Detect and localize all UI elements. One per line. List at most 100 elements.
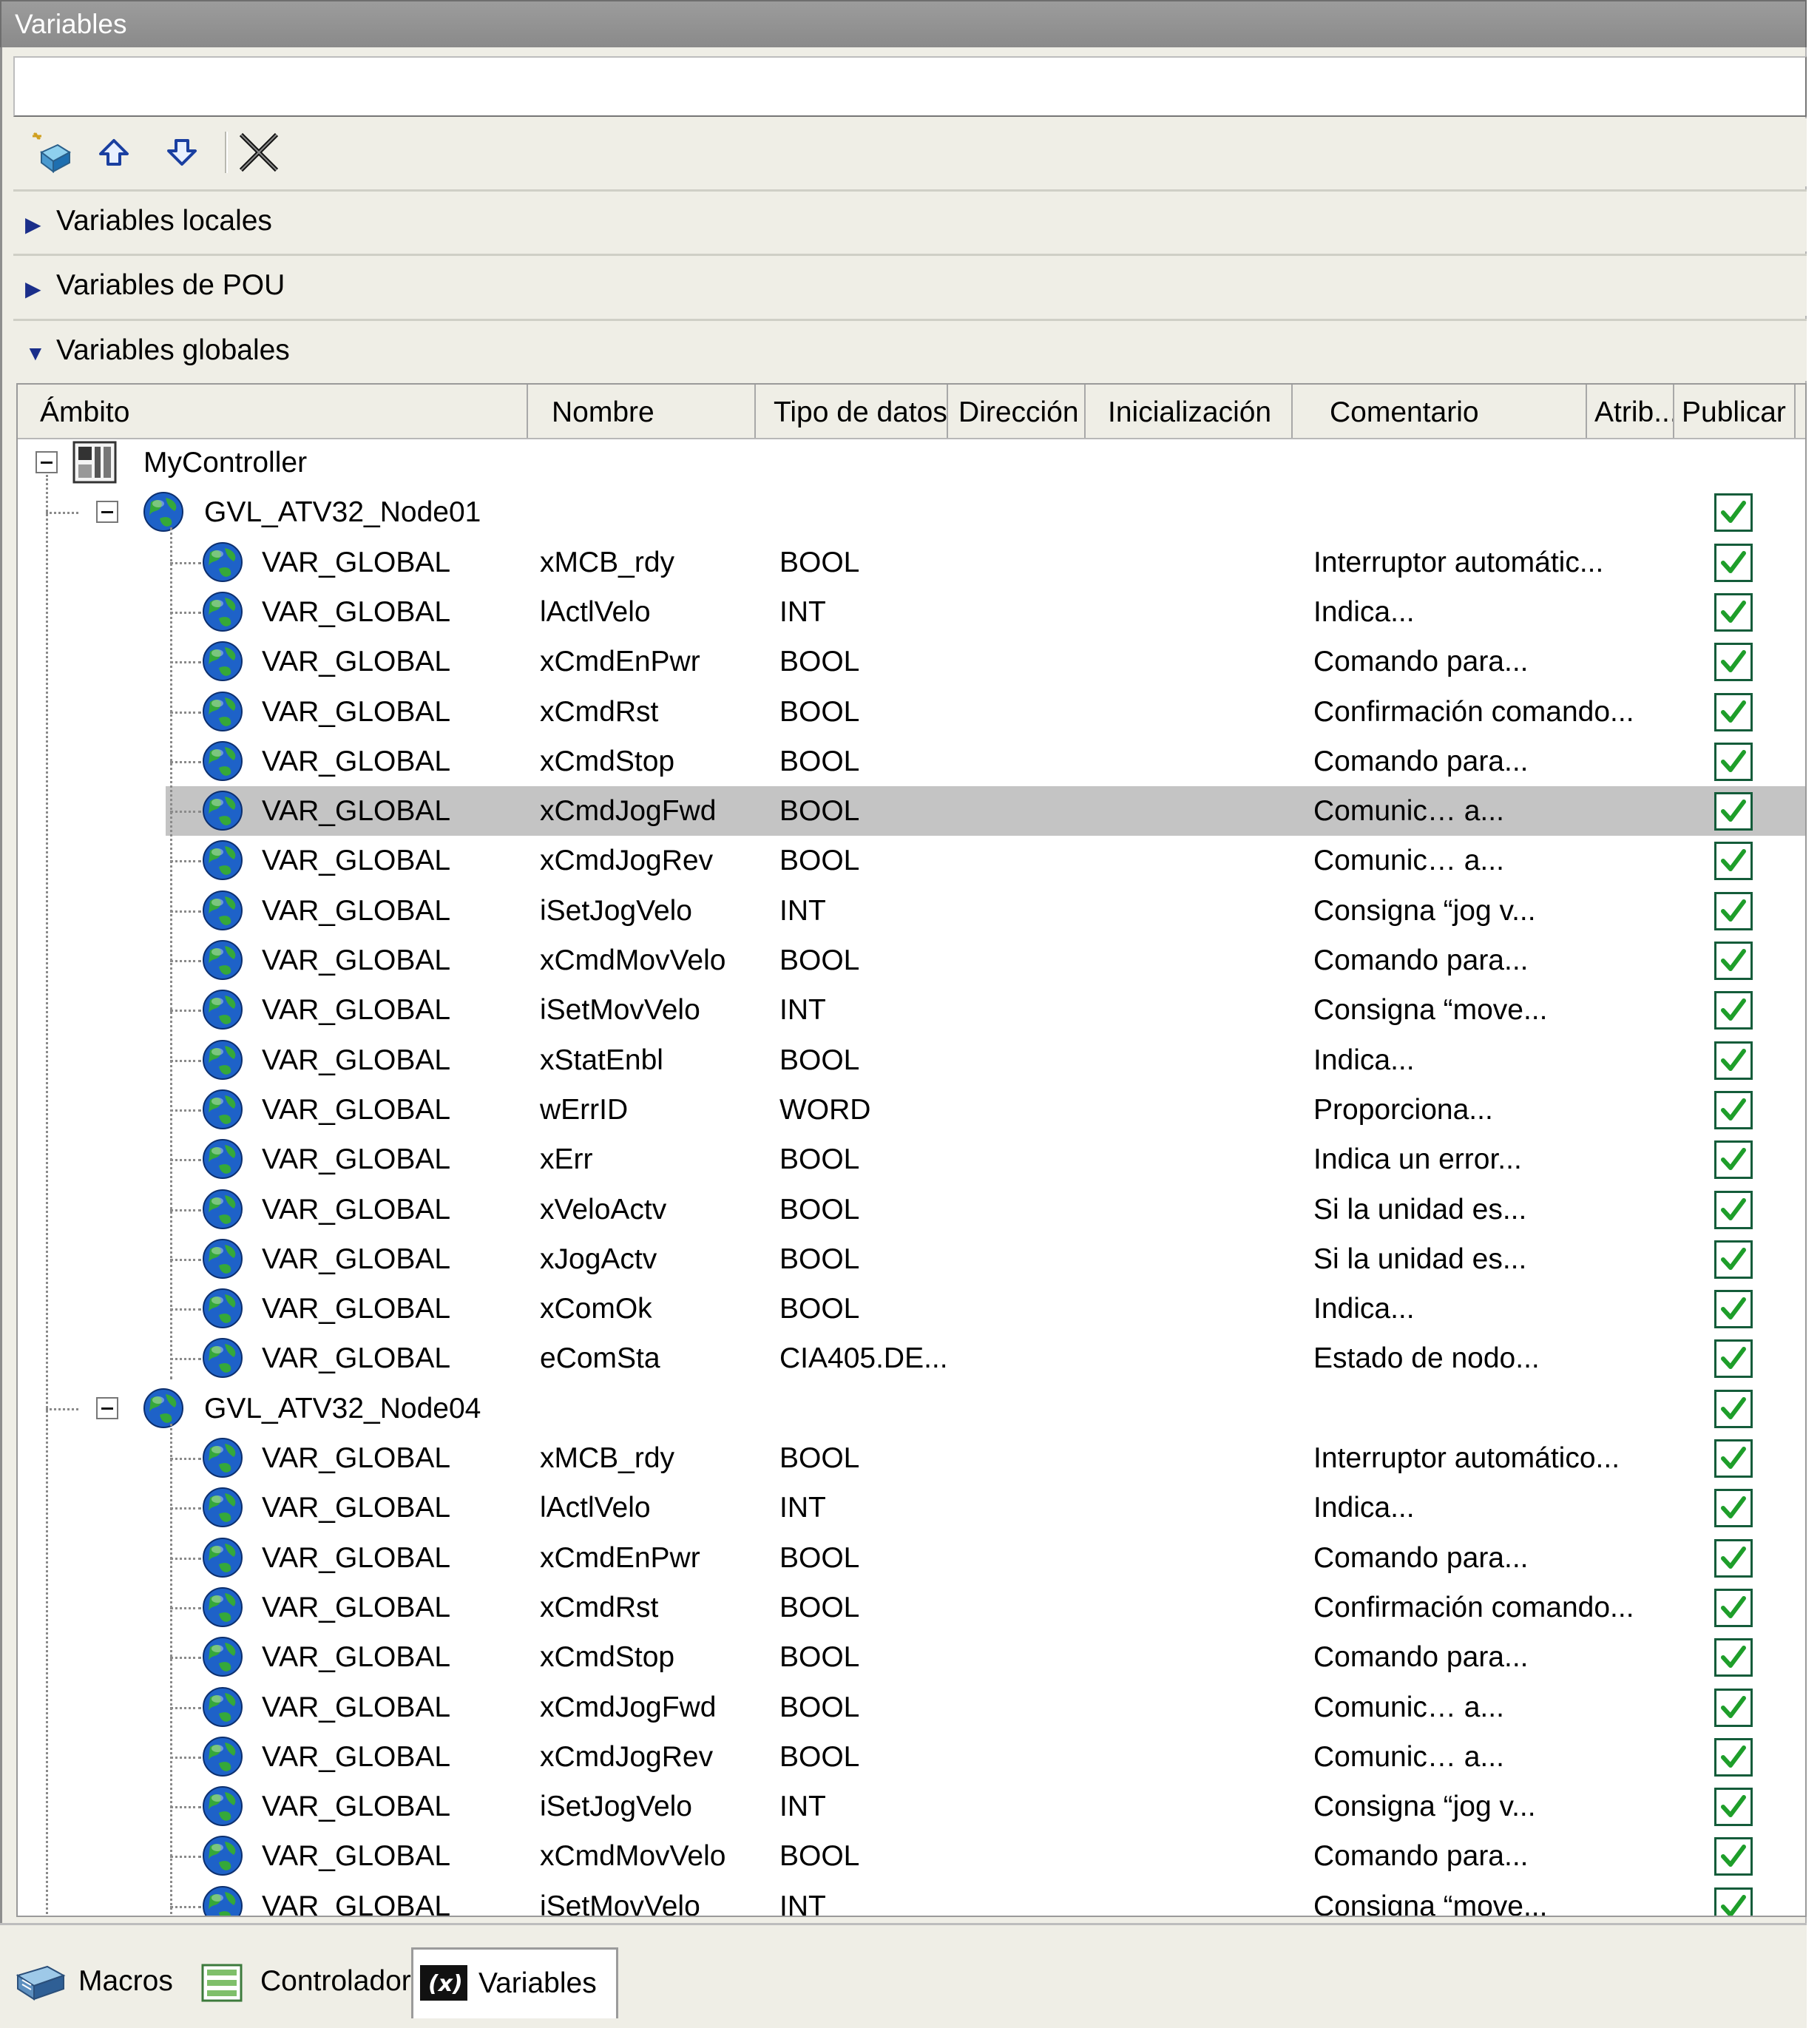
publish-checkbox[interactable]	[1714, 543, 1753, 582]
table-row[interactable]: VAR_GLOBAL xCmdEnPwr BOOL Comando para...	[18, 1533, 1805, 1583]
publish-checkbox[interactable]	[1714, 1837, 1753, 1876]
publish-checkbox[interactable]	[1714, 991, 1753, 1030]
table-row[interactable]: VAR_GLOBAL iSetJogVelo INT Consigna “jog v.…	[18, 886, 1805, 936]
name-cell: xCmdJogFwd	[540, 795, 717, 828]
toolbar	[13, 118, 1807, 186]
type-cell: INT	[779, 994, 826, 1027]
publish-checkbox[interactable]	[1714, 1538, 1753, 1578]
section-variables-globales[interactable]: ▼ Variables globales	[13, 319, 1807, 381]
publish-checkbox[interactable]	[1714, 891, 1753, 930]
table-row[interactable]: VAR_GLOBAL xStatEnbl BOOL Indica...	[18, 1035, 1805, 1085]
column-header-tipo[interactable]: Tipo de datos	[756, 385, 948, 438]
publish-checkbox[interactable]	[1714, 1489, 1753, 1528]
publish-checkbox[interactable]	[1714, 1788, 1753, 1827]
publish-checkbox[interactable]	[1714, 1339, 1753, 1379]
table-row[interactable]: VAR_GLOBAL xMCB_rdy BOOL Interruptor automá…	[18, 1433, 1805, 1483]
table-row[interactable]: VAR_GLOBAL xErr BOOL Indica un error...	[18, 1135, 1805, 1184]
delete-icon[interactable]	[235, 129, 283, 176]
section-variables-locales[interactable]: ▶ Variables locales	[13, 189, 1807, 251]
column-header-atributos[interactable]: Atrib...	[1587, 385, 1674, 438]
section-variables-pou[interactable]: ▶ Variables de POU	[13, 254, 1807, 316]
table-row[interactable]: VAR_GLOBAL xCmdRst BOOL Confirmación comand…	[18, 687, 1805, 737]
publish-checkbox[interactable]	[1714, 1439, 1753, 1478]
tab-macros[interactable]: Macros	[10, 1947, 180, 2018]
name-cell: iSetJogVelo	[540, 1791, 692, 1823]
column-header-publicar[interactable]: Publicar	[1674, 385, 1796, 438]
window-title-bar: Variables	[0, 0, 1807, 49]
arrow-down-icon[interactable]	[158, 129, 206, 176]
table-row[interactable]: VAR_GLOBAL wErrID WORD Proporciona...	[18, 1085, 1805, 1135]
column-header-inicializacion[interactable]: Inicialización	[1086, 385, 1293, 438]
table-row[interactable]: VAR_GLOBAL xCmdStop BOOL Comando para...	[18, 737, 1805, 786]
type-cell: CIA405.DE...	[779, 1342, 948, 1375]
publish-checkbox[interactable]	[1714, 942, 1753, 980]
tab-controlador[interactable]: Controlador	[194, 1947, 411, 2018]
publish-checkbox[interactable]	[1714, 1290, 1753, 1329]
publish-checkbox[interactable]	[1714, 1588, 1753, 1627]
table-row[interactable]: VAR_GLOBAL lActlVelo INT Indica...	[18, 587, 1805, 637]
table-row[interactable]: VAR_GLOBAL xCmdJogFwd BOOL Comunic… a...	[18, 1683, 1805, 1732]
type-cell: BOOL	[779, 1442, 860, 1474]
column-header-comentario[interactable]: Comentario	[1293, 385, 1587, 438]
filter-input[interactable]	[13, 56, 1807, 117]
publish-checkbox[interactable]	[1714, 493, 1753, 533]
table-row[interactable]: VAR_GLOBAL iSetMovVelo INT Consigna “move..…	[18, 1882, 1805, 1916]
publish-checkbox[interactable]	[1714, 1688, 1753, 1727]
comment-cell: Indica...	[1313, 1492, 1415, 1524]
publish-checkbox[interactable]	[1714, 1041, 1753, 1080]
collapse-toggle-icon[interactable]	[96, 501, 118, 524]
publish-checkbox[interactable]	[1714, 842, 1753, 881]
table-row[interactable]: VAR_GLOBAL iSetMovVelo INT Consigna “move..…	[18, 985, 1805, 1035]
table-row[interactable]: VAR_GLOBAL xCmdRst BOOL Confirmación comand…	[18, 1583, 1805, 1632]
publish-checkbox[interactable]	[1714, 1887, 1753, 1916]
tree-root-row[interactable]: MyController	[18, 438, 1805, 487]
comment-cell: Comando para...	[1313, 1840, 1529, 1873]
table-row[interactable]: VAR_GLOBAL iSetJogVelo INT Consigna “jog v.…	[18, 1782, 1805, 1831]
comment-cell: Consigna “jog v...	[1313, 1791, 1536, 1823]
collapse-toggle-icon[interactable]	[35, 451, 58, 473]
publish-checkbox[interactable]	[1714, 1140, 1753, 1180]
name-cell: xErr	[540, 1143, 593, 1176]
column-header-direccion[interactable]: Dirección	[948, 385, 1086, 438]
publish-checkbox[interactable]	[1714, 1240, 1753, 1279]
tab-variables[interactable]: (x) Variables	[411, 1947, 618, 2018]
comment-cell: Comando para...	[1313, 1641, 1529, 1674]
table-row[interactable]: VAR_GLOBAL xCmdMovVelo BOOL Comando para...	[18, 1831, 1805, 1881]
publish-checkbox[interactable]	[1714, 592, 1753, 632]
publish-checkbox[interactable]	[1714, 692, 1753, 731]
table-row[interactable]: VAR_GLOBAL xVeloActv BOOL Si la unidad es..…	[18, 1185, 1805, 1234]
table-row[interactable]: VAR_GLOBAL lActlVelo INT Indica...	[18, 1483, 1805, 1532]
table-row[interactable]: VAR_GLOBAL xJogActv BOOL Si la unidad es...	[18, 1234, 1805, 1284]
add-variable-icon[interactable]	[28, 129, 75, 176]
publish-checkbox[interactable]	[1714, 1389, 1753, 1428]
globe-icon	[201, 889, 244, 932]
table-row[interactable]: VAR_GLOBAL xMCB_rdy BOOL Interruptor automá…	[18, 538, 1805, 587]
column-header-ambito[interactable]: Ámbito	[18, 385, 528, 438]
scope-cell: VAR_GLOBAL	[262, 595, 451, 628]
publish-checkbox[interactable]	[1714, 1090, 1753, 1129]
publish-checkbox[interactable]	[1714, 1638, 1753, 1677]
tree-group-row[interactable]: GVL_ATV32_Node01	[18, 487, 1805, 537]
table-row[interactable]: VAR_GLOBAL xCmdJogRev BOOL Comunic… a...	[18, 836, 1805, 885]
table-row[interactable]: VAR_GLOBAL xCmdJogFwd BOOL Comunic… a...	[18, 786, 1805, 836]
type-cell: BOOL	[779, 944, 860, 976]
arrow-up-icon[interactable]	[90, 129, 138, 176]
collapse-toggle-icon[interactable]	[96, 1396, 118, 1419]
publish-checkbox[interactable]	[1714, 1737, 1753, 1777]
tree-group-row[interactable]: GVL_ATV32_Node04	[18, 1384, 1805, 1433]
table-row[interactable]: VAR_GLOBAL xComOk BOOL Indica...	[18, 1284, 1805, 1334]
table-row[interactable]: VAR_GLOBAL xCmdStop BOOL Comando para...	[18, 1632, 1805, 1682]
publish-checkbox[interactable]	[1714, 643, 1753, 682]
publish-checkbox[interactable]	[1714, 792, 1753, 831]
collapsed-triangle-icon: ▶	[25, 213, 41, 236]
variables-icon: (x)	[419, 1964, 468, 2005]
publish-checkbox[interactable]	[1714, 742, 1753, 781]
column-header-nombre[interactable]: Nombre	[528, 385, 756, 438]
comment-cell: Comunic… a...	[1313, 1691, 1504, 1723]
table-row[interactable]: VAR_GLOBAL eComSta CIA405.DE... Estado de n…	[18, 1334, 1805, 1383]
publish-checkbox[interactable]	[1714, 1190, 1753, 1229]
table-row[interactable]: VAR_GLOBAL xCmdMovVelo BOOL Comando para...	[18, 936, 1805, 985]
scope-cell: VAR_GLOBAL	[262, 1791, 451, 1823]
table-row[interactable]: VAR_GLOBAL xCmdEnPwr BOOL Comando para...	[18, 637, 1805, 686]
table-row[interactable]: VAR_GLOBAL xCmdJogRev BOOL Comunic… a...	[18, 1732, 1805, 1782]
